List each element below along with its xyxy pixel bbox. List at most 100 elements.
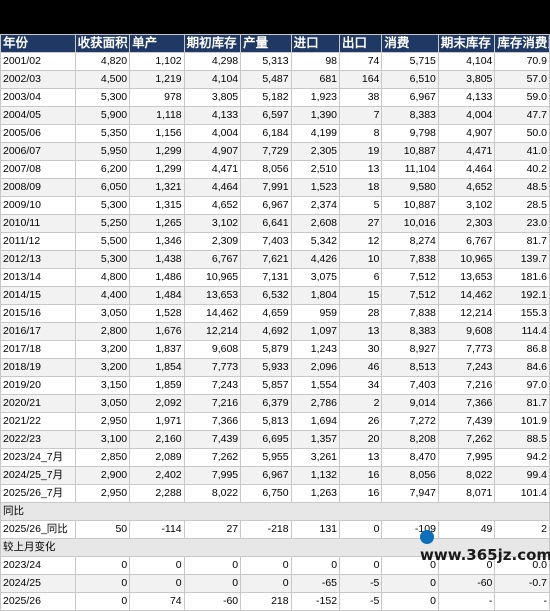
value-cell: 0 bbox=[129, 574, 185, 593]
value-cell: 7,366 bbox=[437, 394, 496, 413]
value-cell: 20 bbox=[339, 430, 383, 449]
value-cell: 6,184 bbox=[240, 124, 292, 143]
value-cell: 1,321 bbox=[129, 178, 185, 197]
value-cell: 4,133 bbox=[437, 88, 496, 107]
value-cell: 1,438 bbox=[129, 250, 185, 269]
value-cell: 8,056 bbox=[240, 160, 292, 179]
value-cell: 14,462 bbox=[437, 286, 496, 305]
value-cell: 8,022 bbox=[437, 466, 496, 485]
value-cell: 4,652 bbox=[437, 178, 496, 197]
value-cell: 10,887 bbox=[381, 196, 439, 215]
value-cell: 4,907 bbox=[183, 142, 242, 161]
value-cell: 4,104 bbox=[437, 52, 496, 71]
value-cell: 46 bbox=[339, 358, 383, 377]
value-cell: 2,309 bbox=[183, 232, 242, 251]
value-cell: 6,641 bbox=[240, 214, 292, 233]
value-cell: 1,859 bbox=[129, 376, 185, 395]
value-cell: 0 bbox=[183, 574, 242, 593]
value-cell: 86.8 bbox=[494, 340, 550, 359]
value-cell: 13,653 bbox=[183, 286, 242, 305]
value-cell: 12,214 bbox=[183, 322, 242, 341]
table-row: 2013/14 4,800 1,486 10,965 7,131 3,075 6 7,512 1… bbox=[0, 268, 550, 287]
value-cell: 9,608 bbox=[183, 340, 242, 359]
value-cell: 1,854 bbox=[129, 358, 185, 377]
row-label-cell: 2020/21 bbox=[0, 394, 76, 413]
value-cell: 74 bbox=[129, 592, 185, 611]
row-label-cell: 2005/06 bbox=[0, 124, 76, 143]
header-row: 年份收获面积单产期初库存产量进口出口消费期末库存库存消费比 bbox=[0, 34, 550, 53]
value-cell: 6,750 bbox=[240, 484, 292, 503]
table-row: 2004/05 5,900 1,118 4,133 6,597 1,390 7 8,383 4,… bbox=[0, 106, 550, 125]
value-cell: 0 bbox=[290, 556, 341, 575]
value-cell: 3,102 bbox=[437, 196, 496, 215]
value-cell: 88.5 bbox=[494, 430, 550, 449]
value-cell: 7,838 bbox=[381, 250, 439, 269]
value-cell: 7,131 bbox=[240, 268, 292, 287]
value-cell: 7,512 bbox=[381, 286, 439, 305]
value-cell: 4,907 bbox=[437, 124, 496, 143]
value-cell: 8,513 bbox=[381, 358, 439, 377]
value-cell: 23.0 bbox=[494, 214, 550, 233]
value-cell: 4,199 bbox=[290, 124, 341, 143]
site-watermark: www.365jz.com bbox=[420, 528, 550, 564]
value-cell: -0.7 bbox=[494, 574, 550, 593]
value-cell: 4,004 bbox=[437, 106, 496, 125]
value-cell: 2,800 bbox=[74, 322, 131, 341]
value-cell: 192.1 bbox=[494, 286, 550, 305]
value-cell: 16 bbox=[339, 484, 383, 503]
value-cell: 3,102 bbox=[183, 214, 242, 233]
column-header: 期初库存 bbox=[183, 34, 242, 53]
value-cell: 2 bbox=[339, 394, 383, 413]
value-cell: 181.6 bbox=[494, 268, 550, 287]
value-cell: 26 bbox=[339, 412, 383, 431]
value-cell: 5,955 bbox=[240, 448, 292, 467]
table-row: 2011/12 5,500 1,346 2,309 7,403 5,342 12 8,274 6… bbox=[0, 232, 550, 251]
value-cell: 7,995 bbox=[437, 448, 496, 467]
value-cell: 0 bbox=[74, 574, 131, 593]
value-cell: 6,597 bbox=[240, 106, 292, 125]
row-label-cell: 2012/13 bbox=[0, 250, 76, 269]
value-cell: 7,262 bbox=[437, 430, 496, 449]
value-cell: 97.0 bbox=[494, 376, 550, 395]
row-label-cell: 2025/26_同比 bbox=[0, 520, 76, 539]
value-cell: 15 bbox=[339, 286, 383, 305]
table-row: 2016/17 2,800 1,676 12,214 4,692 1,097 13 8,383… bbox=[0, 322, 550, 341]
cotton-balance-table: 年份收获面积单产期初库存产量进口出口消费期末库存库存消费比 2001/024,8… bbox=[0, 34, 550, 611]
value-cell: 0 bbox=[381, 574, 439, 593]
value-cell: 7,947 bbox=[381, 484, 439, 503]
value-cell: 2,092 bbox=[129, 394, 185, 413]
table-row: 2025/26_7月 2,950 2,288 8,022 6,750 1,263 16 7,9… bbox=[0, 484, 550, 503]
column-header: 期末库存 bbox=[437, 34, 496, 53]
value-cell: 11,104 bbox=[381, 160, 439, 179]
value-cell: 8,071 bbox=[437, 484, 496, 503]
table-row: 2008/09 6,050 1,321 4,464 7,991 1,523 18 9,580 4… bbox=[0, 178, 550, 197]
value-cell: -218 bbox=[240, 520, 292, 539]
value-cell: 40.2 bbox=[494, 160, 550, 179]
value-cell: 7,995 bbox=[183, 466, 242, 485]
value-cell: 1,523 bbox=[290, 178, 341, 197]
value-cell: 5,300 bbox=[74, 196, 131, 215]
value-cell: 2,288 bbox=[129, 484, 185, 503]
table-row: 2020/21 3,050 2,092 7,216 6,379 2,786 2 9,014 7,… bbox=[0, 394, 550, 413]
value-cell: 1,265 bbox=[129, 214, 185, 233]
value-cell: 7,272 bbox=[381, 412, 439, 431]
value-cell: -152 bbox=[290, 592, 341, 611]
value-cell: 47.7 bbox=[494, 106, 550, 125]
value-cell: 6,967 bbox=[381, 88, 439, 107]
value-cell: 5,950 bbox=[74, 142, 131, 161]
value-cell: 7 bbox=[339, 106, 383, 125]
value-cell: 8,022 bbox=[183, 484, 242, 503]
value-cell: 4,104 bbox=[183, 70, 242, 89]
value-cell: 9,014 bbox=[381, 394, 439, 413]
value-cell: 98 bbox=[290, 52, 341, 71]
value-cell: 2,786 bbox=[290, 394, 341, 413]
value-cell: 3,050 bbox=[74, 304, 131, 323]
value-cell: 8 bbox=[339, 124, 383, 143]
value-cell: 28 bbox=[339, 304, 383, 323]
value-cell: 27 bbox=[183, 520, 242, 539]
value-cell: 13 bbox=[339, 322, 383, 341]
value-cell: 164 bbox=[339, 70, 383, 89]
value-cell: 6,200 bbox=[74, 160, 131, 179]
value-cell: 6,967 bbox=[240, 196, 292, 215]
value-cell: 8,056 bbox=[381, 466, 439, 485]
